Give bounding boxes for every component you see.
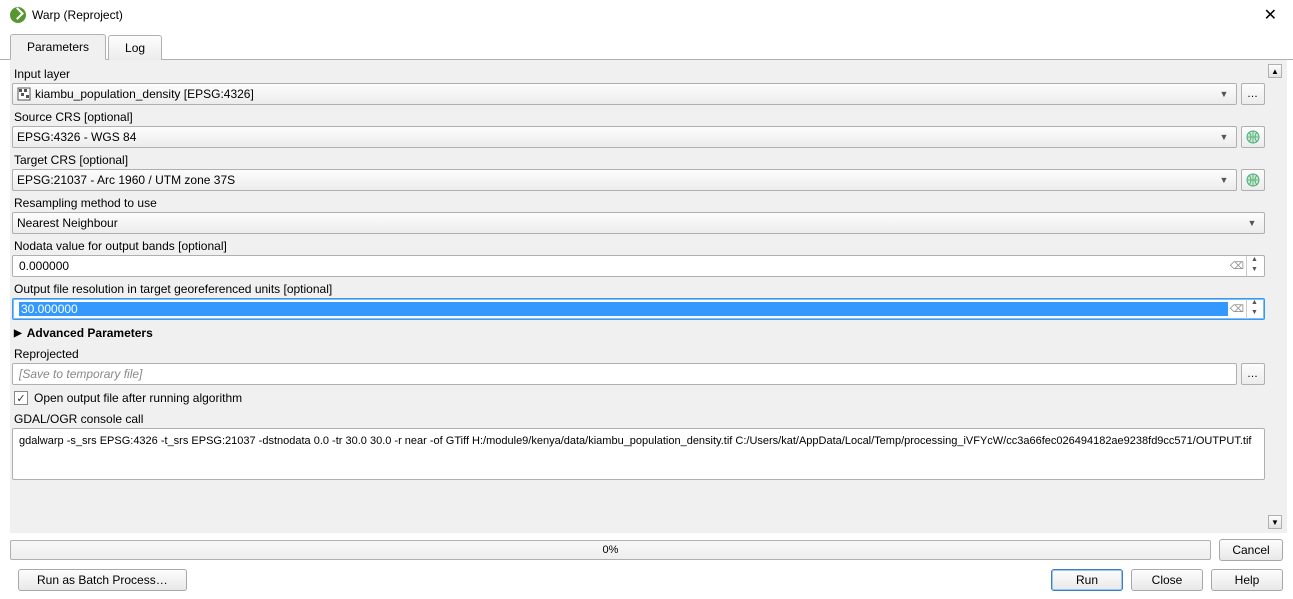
tab-log[interactable]: Log xyxy=(108,35,162,60)
nodata-input[interactable]: 0.000000 ⌫ ▲▼ xyxy=(12,255,1265,277)
clear-icon[interactable]: ⌫ xyxy=(1228,304,1246,315)
crs-globe-icon xyxy=(1245,172,1261,188)
chevron-down-icon: ▼ xyxy=(1216,89,1232,99)
spin-buttons[interactable]: ▲▼ xyxy=(1246,299,1262,319)
target-crs-value: EPSG:21037 - Arc 1960 / UTM zone 37S xyxy=(17,173,1216,187)
source-crs-combo[interactable]: EPSG:4326 - WGS 84 ▼ xyxy=(12,126,1237,148)
raster-layer-icon xyxy=(17,87,31,101)
label-resolution: Output file resolution in target georefe… xyxy=(12,279,1265,298)
reprojected-output-input[interactable]: [Save to temporary file] xyxy=(12,363,1237,385)
label-source-crs: Source CRS [optional] xyxy=(12,107,1265,126)
run-button[interactable]: Run xyxy=(1051,569,1123,591)
tab-bar: Parameters Log xyxy=(0,30,1293,60)
advanced-parameters-toggle[interactable]: ▶ Advanced Parameters xyxy=(12,322,1265,344)
label-console: GDAL/OGR console call xyxy=(12,409,1265,428)
resolution-value: 30.000000 xyxy=(19,302,1228,316)
dialog-footer: 0% Cancel Run as Batch Process… Run Clos… xyxy=(0,533,1293,599)
dialog-warp-reproject: Warp (Reproject) ✕ Parameters Log Input … xyxy=(0,0,1293,599)
open-output-label: Open output file after running algorithm xyxy=(34,391,242,405)
app-icon xyxy=(10,7,26,23)
input-layer-browse-button[interactable]: … xyxy=(1241,83,1265,105)
label-target-crs: Target CRS [optional] xyxy=(12,150,1265,169)
target-crs-select-button[interactable] xyxy=(1241,169,1265,191)
close-button[interactable]: Close xyxy=(1131,569,1203,591)
advanced-label: Advanced Parameters xyxy=(27,326,153,340)
reprojected-placeholder: [Save to temporary file] xyxy=(19,367,142,381)
reprojected-browse-button[interactable]: … xyxy=(1241,363,1265,385)
open-output-checkbox[interactable]: ✓ xyxy=(14,391,28,405)
chevron-down-icon: ▼ xyxy=(1244,218,1260,228)
help-button[interactable]: Help xyxy=(1211,569,1283,591)
scroll-up-button[interactable]: ▲ xyxy=(1268,64,1282,78)
spin-buttons[interactable]: ▲▼ xyxy=(1246,256,1262,276)
input-layer-combo[interactable]: kiambu_population_density [EPSG:4326] ▼ xyxy=(12,83,1237,105)
label-reprojected: Reprojected xyxy=(12,344,1265,363)
tab-parameters[interactable]: Parameters xyxy=(10,34,106,60)
clear-icon[interactable]: ⌫ xyxy=(1228,261,1246,272)
label-resampling: Resampling method to use xyxy=(12,193,1265,212)
resampling-combo[interactable]: Nearest Neighbour ▼ xyxy=(12,212,1265,234)
label-input-layer: Input layer xyxy=(12,64,1265,83)
progress-bar: 0% xyxy=(10,540,1211,560)
expand-icon: ▶ xyxy=(14,328,22,339)
source-crs-value: EPSG:4326 - WGS 84 xyxy=(17,130,1216,144)
nodata-value: 0.000000 xyxy=(19,259,1228,273)
close-icon[interactable]: ✕ xyxy=(1258,5,1283,25)
console-call-box[interactable]: gdalwarp -s_srs EPSG:4326 -t_srs EPSG:21… xyxy=(12,428,1265,480)
label-nodata: Nodata value for output bands [optional] xyxy=(12,236,1265,255)
target-crs-combo[interactable]: EPSG:21037 - Arc 1960 / UTM zone 37S ▼ xyxy=(12,169,1237,191)
input-layer-value: kiambu_population_density [EPSG:4326] xyxy=(35,87,1216,101)
cancel-button[interactable]: Cancel xyxy=(1219,539,1283,561)
resampling-value: Nearest Neighbour xyxy=(17,216,1244,230)
crs-globe-icon xyxy=(1245,129,1261,145)
scroll-down-button[interactable]: ▼ xyxy=(1268,515,1282,529)
vertical-scrollbar[interactable]: ▲ ▼ xyxy=(1267,64,1283,529)
window-title: Warp (Reproject) xyxy=(32,8,1258,22)
console-call-text: gdalwarp -s_srs EPSG:4326 -t_srs EPSG:21… xyxy=(19,435,1251,447)
source-crs-select-button[interactable] xyxy=(1241,126,1265,148)
chevron-down-icon: ▼ xyxy=(1216,132,1232,142)
progress-text: 0% xyxy=(603,544,619,556)
titlebar: Warp (Reproject) ✕ xyxy=(0,0,1293,30)
run-batch-button[interactable]: Run as Batch Process… xyxy=(18,569,187,591)
resolution-input[interactable]: 30.000000 ⌫ ▲▼ xyxy=(12,298,1265,320)
chevron-down-icon: ▼ xyxy=(1216,175,1232,185)
